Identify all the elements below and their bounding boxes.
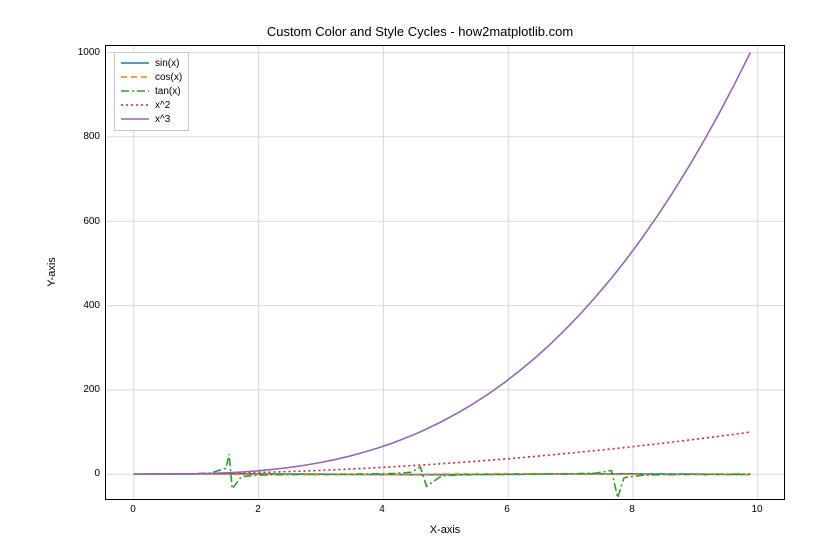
y-axis-label: Y-axis	[46, 257, 58, 287]
series-line-3	[134, 432, 751, 474]
legend-label: x^3	[155, 114, 170, 125]
legend-label: sin(x)	[155, 58, 179, 69]
y-tick-label: 1000	[78, 47, 100, 58]
x-tick-label: 8	[629, 504, 635, 515]
y-tick-label: 0	[94, 468, 100, 479]
legend-line-icon	[121, 70, 149, 84]
y-tick-label: 800	[83, 131, 100, 142]
plot-svg	[106, 46, 784, 499]
grid	[106, 46, 784, 499]
y-tick-label: 400	[83, 300, 100, 311]
legend-line-icon	[121, 112, 149, 126]
series-line-2	[134, 454, 751, 498]
legend-line-icon	[121, 98, 149, 112]
legend-label: tan(x)	[155, 86, 181, 97]
x-tick-label: 4	[379, 504, 385, 515]
legend-label: x^2	[155, 100, 170, 111]
x-tick-label: 10	[751, 504, 762, 515]
y-tick-label: 200	[83, 384, 100, 395]
legend-item: cos(x)	[121, 70, 182, 84]
series-line-4	[134, 53, 751, 475]
legend-item: sin(x)	[121, 56, 182, 70]
legend-item: x^3	[121, 112, 182, 126]
y-tick-label: 600	[83, 216, 100, 227]
x-tick-label: 0	[130, 504, 136, 515]
plot-area	[105, 45, 785, 500]
legend: sin(x) cos(x) tan(x) x^2 x^3	[114, 52, 189, 131]
legend-item: x^2	[121, 98, 182, 112]
legend-line-icon	[121, 84, 149, 98]
legend-item: tan(x)	[121, 84, 182, 98]
legend-line-icon	[121, 56, 149, 70]
x-tick-label: 2	[255, 504, 261, 515]
chart-title: Custom Color and Style Cycles - how2matp…	[0, 24, 840, 39]
x-axis-label: X-axis	[430, 524, 461, 536]
legend-label: cos(x)	[155, 72, 182, 83]
x-tick-label: 6	[504, 504, 510, 515]
